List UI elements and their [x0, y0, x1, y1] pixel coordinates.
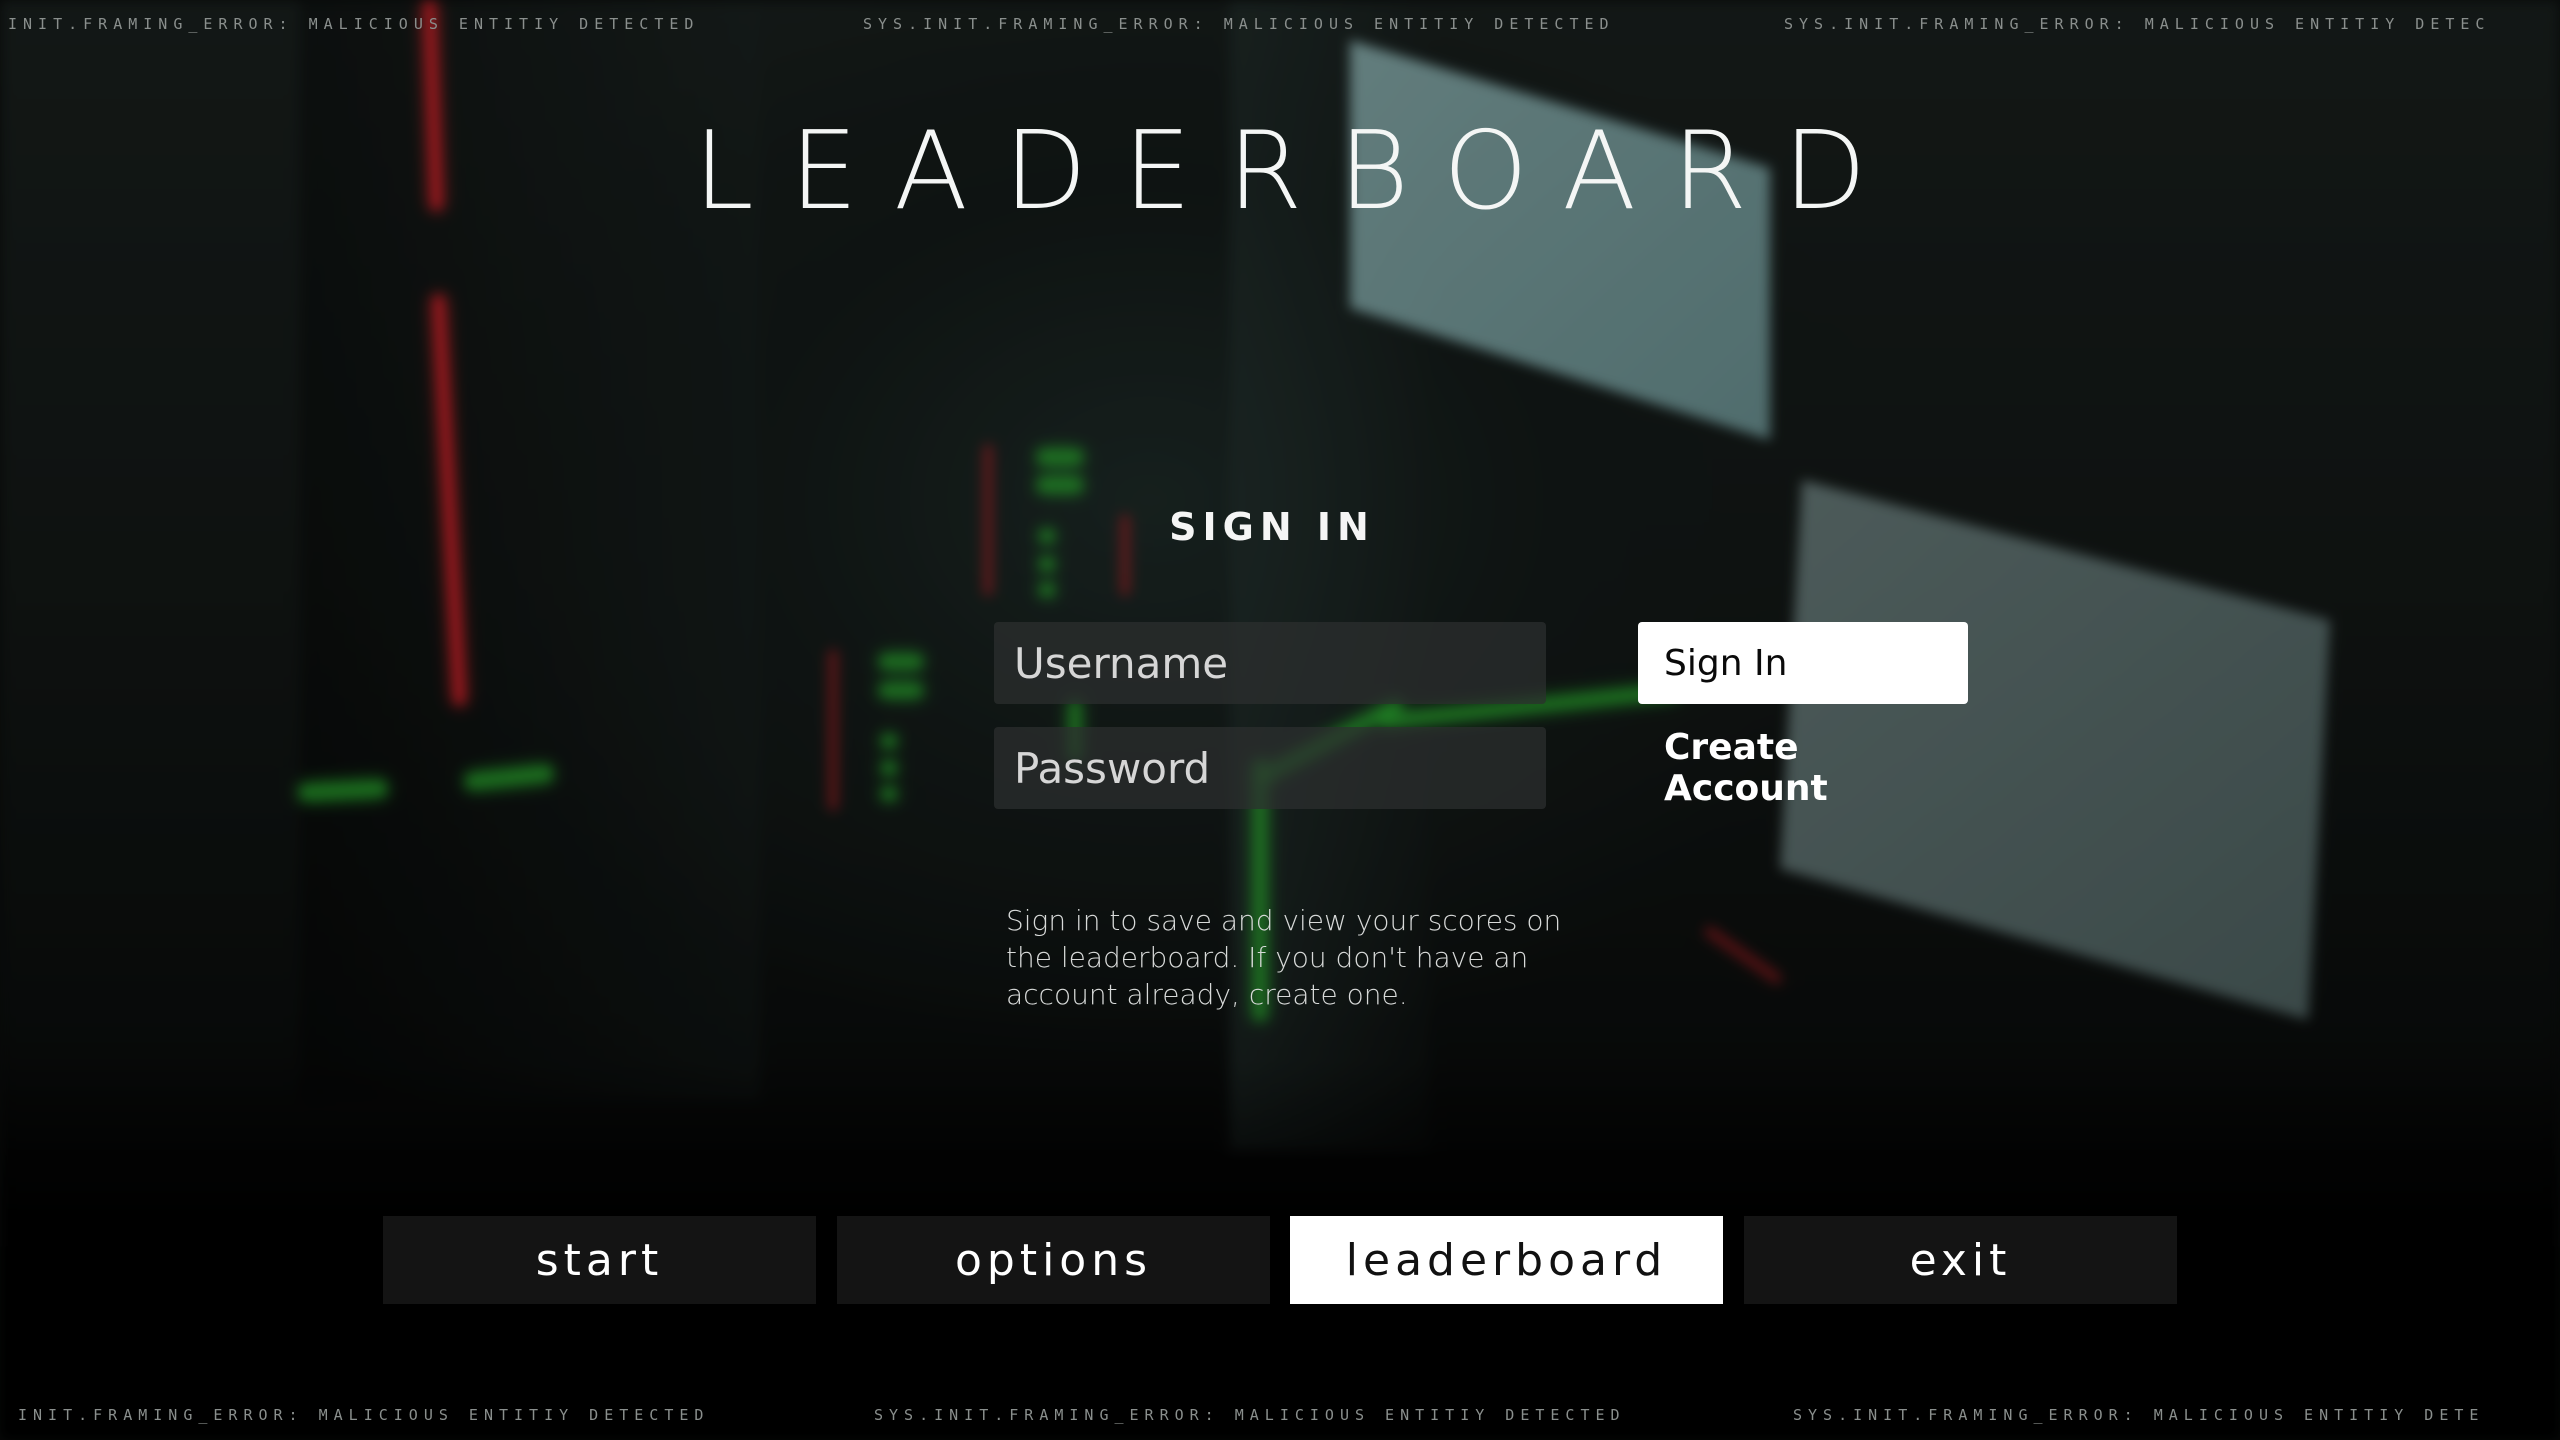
ticker-text: SYS.INIT.FRAMING_ERROR: MALICIOUS ENTITI…	[1793, 1406, 2485, 1424]
sign-in-button[interactable]: Sign In	[1638, 622, 1968, 704]
error-ticker-bottom: INIT.FRAMING_ERROR: MALICIOUS ENTITIY DE…	[0, 1406, 2560, 1426]
nav-exit-button[interactable]: exit	[1744, 1216, 2177, 1304]
nav-start-button[interactable]: start	[383, 1216, 816, 1304]
ticker-text: INIT.FRAMING_ERROR: MALICIOUS ENTITIY DE…	[8, 15, 700, 33]
signin-heading: SIGN IN	[1169, 505, 1375, 549]
page-title: LEADERBOARD	[693, 109, 1903, 234]
ticker-text: SYS.INIT.FRAMING_ERROR: MALICIOUS ENTITI…	[874, 1406, 1626, 1424]
ticker-text: SYS.INIT.FRAMING_ERROR: MALICIOUS ENTITI…	[863, 15, 1615, 33]
ticker-text: SYS.INIT.FRAMING_ERROR: MALICIOUS ENTITI…	[1784, 15, 2491, 33]
signin-help-text: Sign in to save and view your scores on …	[1006, 904, 1562, 1011]
username-input[interactable]	[994, 622, 1546, 704]
create-account-button[interactable]: Create Account	[1638, 727, 1968, 809]
password-input[interactable]	[994, 727, 1546, 809]
ticker-text: INIT.FRAMING_ERROR: MALICIOUS ENTITIY DE…	[18, 1406, 710, 1424]
nav-leaderboard-button[interactable]: leaderboard	[1290, 1216, 1723, 1304]
nav-options-button[interactable]: options	[837, 1216, 1270, 1304]
error-ticker-top: INIT.FRAMING_ERROR: MALICIOUS ENTITIY DE…	[0, 15, 2560, 35]
